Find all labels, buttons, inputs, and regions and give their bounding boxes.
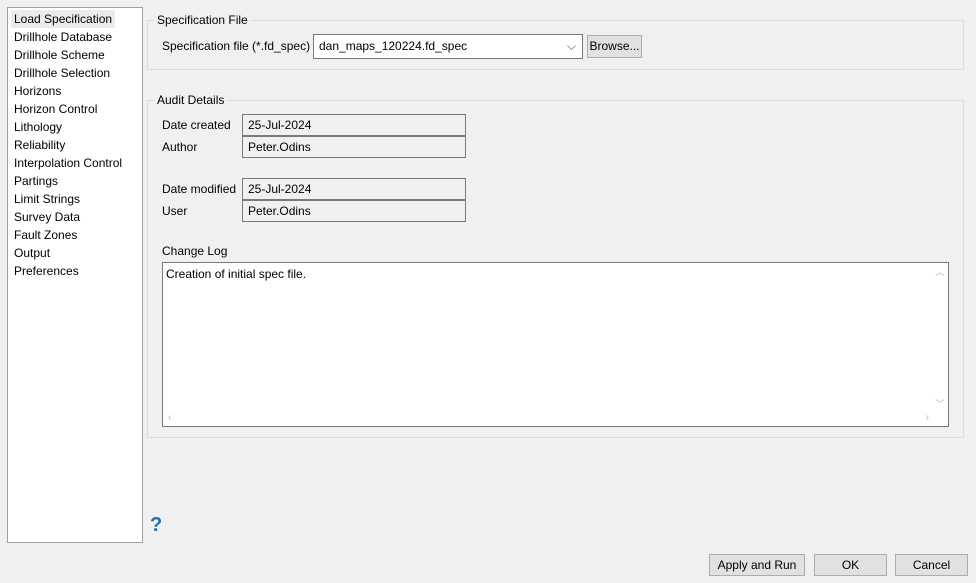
nav-item-fault-zones[interactable]: Fault Zones: [11, 226, 139, 244]
group-title: Audit Details: [154, 93, 228, 107]
nav-item-partings[interactable]: Partings: [11, 172, 139, 190]
horizontal-scrollbar[interactable]: ‹ ›: [165, 412, 932, 424]
author-field: Peter.Odins: [242, 136, 466, 158]
nav-item-output[interactable]: Output: [11, 244, 139, 262]
chevron-down-icon[interactable]: ⌵: [567, 35, 576, 57]
apply-and-run-button[interactable]: Apply and Run: [709, 554, 805, 576]
spec-file-combobox[interactable]: dan_maps_120224.fd_spec ⌵: [313, 34, 583, 59]
help-icon[interactable]: ?: [150, 514, 162, 537]
nav-item-lithology[interactable]: Lithology: [11, 118, 139, 136]
nav-item-survey-data[interactable]: Survey Data: [11, 208, 139, 226]
browse-button[interactable]: Browse...: [587, 35, 642, 58]
date-modified-field: 25-Jul-2024: [242, 178, 466, 200]
nav-item-drillhole-selection[interactable]: Drillhole Selection: [11, 64, 139, 82]
date-created-field: 25-Jul-2024: [242, 114, 466, 136]
nav-item-limit-strings[interactable]: Limit Strings: [11, 190, 139, 208]
spec-file-label: Specification file (*.fd_spec): [162, 39, 311, 53]
vertical-scrollbar[interactable]: ︿ ﹀: [934, 265, 946, 410]
date-created-label: Date created: [162, 118, 231, 132]
nav-item-load-specification[interactable]: Load Specification: [11, 10, 115, 28]
change-log-label: Change Log: [162, 244, 228, 258]
user-field: Peter.Odins: [242, 200, 466, 222]
author-label: Author: [162, 140, 198, 154]
nav-item-preferences[interactable]: Preferences: [11, 262, 139, 280]
change-log-text: Creation of initial spec file.: [166, 267, 307, 281]
cancel-button[interactable]: Cancel: [895, 554, 968, 576]
navigation-list[interactable]: Load Specification Drillhole Database Dr…: [7, 7, 143, 543]
change-log-textarea[interactable]: Creation of initial spec file. ︿ ﹀ ‹ ›: [162, 262, 949, 427]
nav-item-reliability[interactable]: Reliability: [11, 136, 139, 154]
spec-file-value: dan_maps_120224.fd_spec: [319, 39, 468, 53]
date-modified-label: Date modified: [162, 182, 237, 196]
user-label: User: [162, 204, 188, 218]
nav-item-drillhole-scheme[interactable]: Drillhole Scheme: [11, 46, 139, 64]
nav-item-interpolation-control[interactable]: Interpolation Control: [11, 154, 139, 172]
nav-item-horizons[interactable]: Horizons: [11, 82, 139, 100]
nav-item-drillhole-database[interactable]: Drillhole Database: [11, 28, 139, 46]
nav-item-horizon-control[interactable]: Horizon Control: [11, 100, 139, 118]
group-title: Specification File: [154, 13, 251, 27]
ok-button[interactable]: OK: [814, 554, 887, 576]
